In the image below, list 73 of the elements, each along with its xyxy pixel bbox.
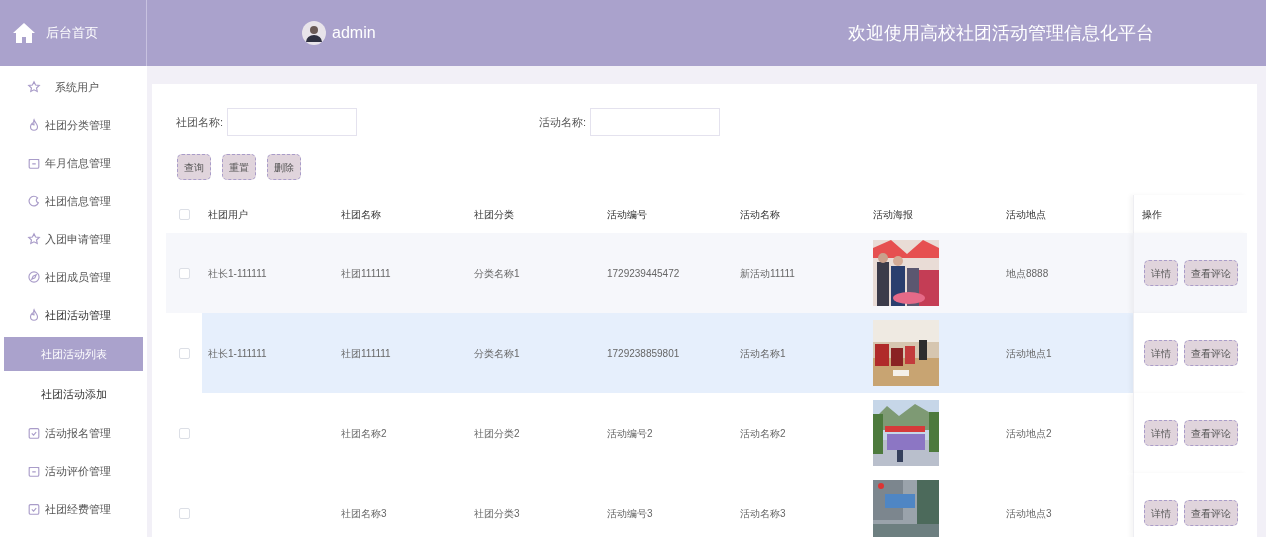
checkbox[interactable] bbox=[178, 208, 190, 220]
table-cell: 活动名称3 bbox=[740, 507, 786, 519]
sidebar-item[interactable]: 社团经费管理 bbox=[0, 490, 147, 528]
column-header: 活动地点 bbox=[1005, 207, 1047, 222]
table-cell: 1729239445472 bbox=[607, 267, 680, 279]
table-cell: 活动地点3 bbox=[1006, 507, 1052, 519]
column-header: 活动海报 bbox=[872, 207, 914, 222]
moon-icon bbox=[27, 194, 41, 208]
table-cell: 活动名称1 bbox=[740, 347, 786, 359]
table-cell: 分类名称1 bbox=[474, 267, 520, 279]
table-cell: 活动编号3 bbox=[607, 507, 653, 519]
sidebar-item[interactable]: 年月信息管理 bbox=[0, 144, 147, 182]
table-cell: 地点8888 bbox=[1006, 267, 1049, 279]
table-cell: 社团名称3 bbox=[341, 507, 387, 519]
row-action-button[interactable]: 查看评论 bbox=[1184, 500, 1238, 526]
table-cell: 活动名称2 bbox=[740, 427, 786, 439]
check-icon bbox=[27, 426, 41, 440]
search-field[interactable] bbox=[227, 108, 357, 136]
row-action-button[interactable]: 详情 bbox=[1144, 500, 1178, 526]
box-icon bbox=[27, 156, 41, 170]
row-action-button[interactable]: 查看评论 bbox=[1184, 260, 1238, 286]
home-icon bbox=[12, 22, 36, 44]
sidebar-item[interactable]: 入团申请管理 bbox=[0, 220, 147, 258]
sidebar-item[interactable]: 活动评价管理 bbox=[0, 452, 147, 490]
table-cell: 社团分类2 bbox=[474, 427, 520, 439]
field-label: 活动名称: bbox=[538, 114, 588, 130]
table-cell: 社团111111 bbox=[341, 267, 391, 279]
table-cell: 活动地点2 bbox=[1006, 427, 1052, 439]
sidebar-item[interactable]: 社团活动管理 bbox=[0, 296, 147, 334]
column-header: 社团用户 bbox=[207, 207, 249, 222]
box-icon bbox=[27, 464, 41, 478]
sidebar-item[interactable]: 系统用户 bbox=[0, 68, 147, 106]
compass-icon bbox=[27, 270, 41, 284]
avatar bbox=[302, 21, 326, 45]
row-action-button[interactable]: 详情 bbox=[1144, 420, 1178, 446]
column-header: 社团分类 bbox=[473, 207, 515, 222]
column-header: 活动名称 bbox=[739, 207, 781, 222]
action-button[interactable]: 查询 bbox=[177, 154, 211, 180]
field-label: 社团名称: bbox=[175, 114, 225, 130]
drop-icon bbox=[27, 308, 41, 322]
checkbox[interactable] bbox=[178, 507, 190, 519]
table-cell: 活动编号2 bbox=[607, 427, 653, 439]
sidebar-item[interactable]: 社团信息管理 bbox=[0, 182, 147, 220]
check-icon bbox=[27, 502, 41, 516]
table-cell: 新活动11111 bbox=[740, 267, 795, 279]
action-button[interactable]: 删除 bbox=[267, 154, 301, 180]
sidebar-item[interactable]: 活动报名管理 bbox=[0, 414, 147, 452]
table-cell: 社团分类3 bbox=[474, 507, 520, 519]
column-header: 活动编号 bbox=[606, 207, 648, 222]
action-button[interactable]: 重置 bbox=[222, 154, 256, 180]
table-cell: 活动地点1 bbox=[1006, 347, 1052, 359]
search-field[interactable] bbox=[590, 108, 720, 136]
star-icon bbox=[27, 80, 41, 94]
checkbox[interactable] bbox=[178, 347, 190, 359]
star-icon bbox=[27, 232, 41, 246]
sidebar-item[interactable]: 社团分类管理 bbox=[0, 106, 147, 144]
row-action-button[interactable]: 查看评论 bbox=[1184, 340, 1238, 366]
table-cell: 社团111111 bbox=[341, 347, 391, 359]
checkbox[interactable] bbox=[178, 427, 190, 439]
submenu-item[interactable]: 社团活动添加 bbox=[4, 377, 143, 411]
table-cell: 社团名称2 bbox=[341, 427, 387, 439]
platform-title: 欢迎使用高校社团活动管理信息化平台 bbox=[848, 21, 1154, 45]
row-action-button[interactable]: 详情 bbox=[1144, 340, 1178, 366]
table-cell: 1729238859801 bbox=[607, 347, 680, 359]
sidebar-item[interactable]: 社团成员管理 bbox=[0, 258, 147, 296]
column-header: 社团名称 bbox=[340, 207, 382, 222]
table-cell: 社长1-111111 bbox=[208, 267, 267, 279]
drop-icon bbox=[27, 118, 41, 132]
table-cell: 社长1-111111 bbox=[208, 347, 267, 359]
row-action-button[interactable]: 详情 bbox=[1144, 260, 1178, 286]
row-action-button[interactable]: 查看评论 bbox=[1184, 420, 1238, 446]
checkbox[interactable] bbox=[178, 267, 190, 279]
table-cell: 分类名称1 bbox=[474, 347, 520, 359]
